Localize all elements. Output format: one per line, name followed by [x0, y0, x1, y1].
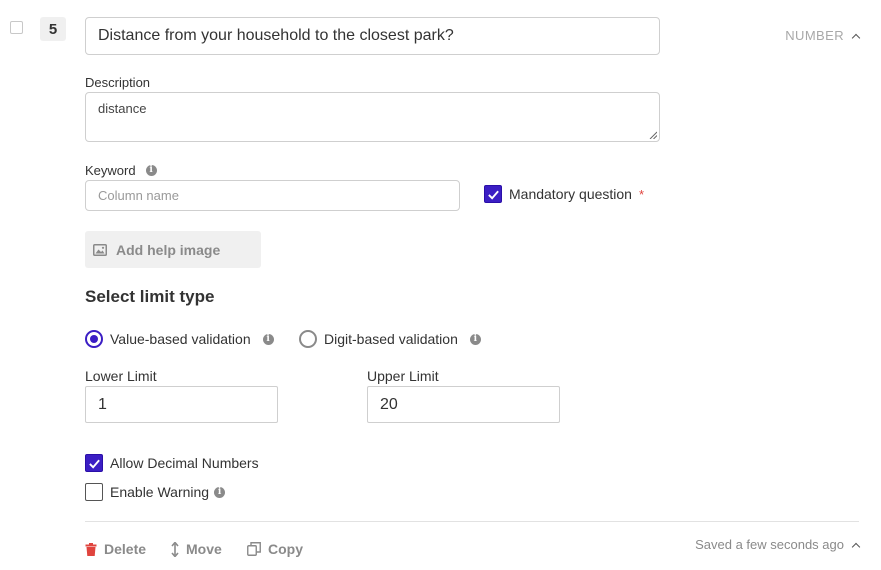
- chevron-up-icon: [851, 542, 861, 551]
- value-based-option[interactable]: Value-based validation i: [85, 330, 274, 348]
- required-asterisk: *: [638, 186, 645, 202]
- move-label: Move: [186, 541, 222, 557]
- keyword-input[interactable]: [85, 180, 460, 211]
- upper-limit-label: Upper Limit: [367, 368, 439, 384]
- move-arrows-icon: [171, 541, 179, 557]
- enable-warning-checkbox[interactable]: [85, 483, 103, 501]
- copy-icon: [247, 542, 261, 556]
- description-textarea[interactable]: distance: [85, 92, 660, 142]
- mandatory-label: Mandatory question: [509, 186, 632, 202]
- chevron-up-icon: [851, 33, 861, 42]
- allow-decimal-label: Allow Decimal Numbers: [110, 455, 259, 471]
- copy-label: Copy: [268, 541, 303, 557]
- delete-label: Delete: [104, 541, 147, 557]
- question-number: 5: [48, 20, 58, 38]
- digit-based-label: Digit-based validation: [324, 331, 458, 347]
- lower-limit-label: Lower Limit: [85, 368, 157, 384]
- trash-icon: [85, 542, 97, 556]
- move-button[interactable]: Move: [171, 541, 222, 557]
- question-number-badge: 5: [40, 17, 66, 41]
- allow-decimal-row[interactable]: Allow Decimal Numbers: [85, 454, 259, 472]
- footer-divider: [85, 521, 859, 522]
- checkmark-icon: [487, 190, 499, 200]
- info-icon[interactable]: i: [469, 333, 481, 345]
- info-icon[interactable]: i: [145, 165, 157, 176]
- mandatory-question-row[interactable]: Mandatory question *: [484, 185, 644, 203]
- lower-limit-input[interactable]: [85, 386, 278, 423]
- value-based-radio[interactable]: [85, 330, 103, 348]
- keyword-label: Keyword: [85, 163, 136, 178]
- checkmark-icon: [88, 459, 100, 469]
- value-based-label: Value-based validation: [110, 331, 251, 347]
- image-icon: [93, 243, 107, 256]
- question-title-input[interactable]: [85, 17, 660, 55]
- limit-type-title: Select limit type: [85, 287, 215, 306]
- digit-based-radio[interactable]: [299, 330, 317, 348]
- resize-handle-icon[interactable]: [649, 131, 657, 139]
- info-icon[interactable]: i: [214, 486, 226, 498]
- allow-decimal-checkbox[interactable]: [85, 454, 103, 472]
- keyword-label-row: Keyword i: [85, 163, 157, 178]
- question-select-checkbox[interactable]: [10, 21, 23, 34]
- add-help-image-label: Add help image: [116, 241, 221, 258]
- add-help-image-button[interactable]: Add help image: [85, 231, 261, 268]
- question-type-toggle[interactable]: NUMBER: [785, 28, 861, 43]
- copy-button[interactable]: Copy: [247, 541, 303, 557]
- upper-limit-input[interactable]: [367, 386, 560, 423]
- enable-warning-row[interactable]: Enable Warning i: [85, 483, 226, 501]
- mandatory-checkbox[interactable]: [484, 185, 502, 203]
- info-icon[interactable]: i: [262, 333, 274, 345]
- question-type-label: NUMBER: [785, 28, 844, 43]
- enable-warning-label: Enable Warning: [110, 484, 210, 500]
- saved-status-text: Saved a few seconds ago: [695, 537, 844, 552]
- delete-button[interactable]: Delete: [85, 541, 146, 557]
- save-status-toggle[interactable]: Saved a few seconds ago: [695, 537, 861, 552]
- digit-based-option[interactable]: Digit-based validation i: [299, 330, 481, 348]
- description-label: Description: [85, 75, 151, 90]
